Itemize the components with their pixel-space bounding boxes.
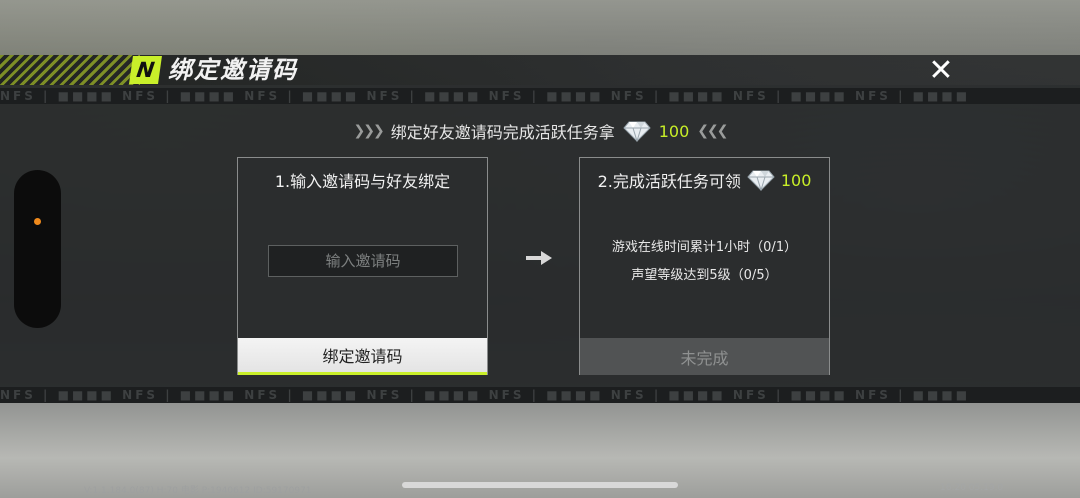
step2-title: 2.完成活跃任务可领 bbox=[597, 172, 741, 191]
chevrons-left-icon: ❮❮❮ bbox=[697, 123, 728, 139]
logo-letter: N bbox=[135, 58, 156, 82]
step2-title-row: 2.完成活跃任务可领 100 bbox=[580, 168, 829, 192]
step2-reward-amount: 100 bbox=[780, 170, 812, 190]
invite-code-input[interactable] bbox=[268, 245, 458, 277]
header-bar bbox=[0, 55, 1080, 85]
version-info: V:1.1.184.0(87) H:70 电影 P:1940612 ID:591… bbox=[84, 486, 312, 496]
diamond-icon bbox=[747, 170, 775, 191]
home-indicator[interactable] bbox=[402, 482, 678, 488]
footer-right-info: 16:20 05.19.0 bbox=[940, 483, 1004, 493]
step1-title: 1.输入邀请码与好友绑定 bbox=[274, 172, 451, 191]
notification-dot bbox=[34, 218, 41, 225]
diamond-icon bbox=[623, 121, 651, 142]
reward-amount: 100 bbox=[658, 121, 690, 141]
bind-invite-code-button[interactable]: 绑定邀请码 bbox=[238, 338, 487, 375]
arrow-right-icon bbox=[526, 251, 552, 265]
brand-ticker-top: NFS | ■■■■ NFS | ■■■■ NFS | ■■■■ NFS | ■… bbox=[0, 88, 1080, 104]
step2-card: 2.完成活跃任务可领 100 游戏在线时间累计1小时（0/1） 声望等级达到5级… bbox=[579, 157, 830, 375]
top-backdrop bbox=[0, 0, 1080, 55]
chevrons-right-icon: ❯❯❯ bbox=[353, 123, 385, 139]
step1-card: 1.输入邀请码与好友绑定 绑定邀请码 bbox=[237, 157, 488, 375]
n-logo-icon: N bbox=[129, 56, 162, 84]
task-online-time: 游戏在线时间累计1小时（0/1） bbox=[611, 240, 798, 255]
page-title: 绑定邀请码 bbox=[168, 56, 298, 84]
close-icon[interactable]: ✕ bbox=[926, 56, 956, 86]
header-hatch-decoration bbox=[0, 55, 140, 85]
brand-ticker-bottom: NFS | ■■■■ NFS | ■■■■ NFS | ■■■■ NFS | ■… bbox=[0, 387, 1080, 403]
instruction-line: ❯❯❯ 绑定好友邀请码完成活跃任务拿 100 ❮❮❮ bbox=[0, 118, 1080, 144]
side-handle[interactable] bbox=[14, 170, 61, 328]
instruction-text: 绑定好友邀请码完成活跃任务拿 bbox=[390, 123, 615, 142]
incomplete-button: 未完成 bbox=[580, 338, 829, 375]
task-reputation-level: 声望等级达到5级（0/5） bbox=[631, 268, 778, 283]
